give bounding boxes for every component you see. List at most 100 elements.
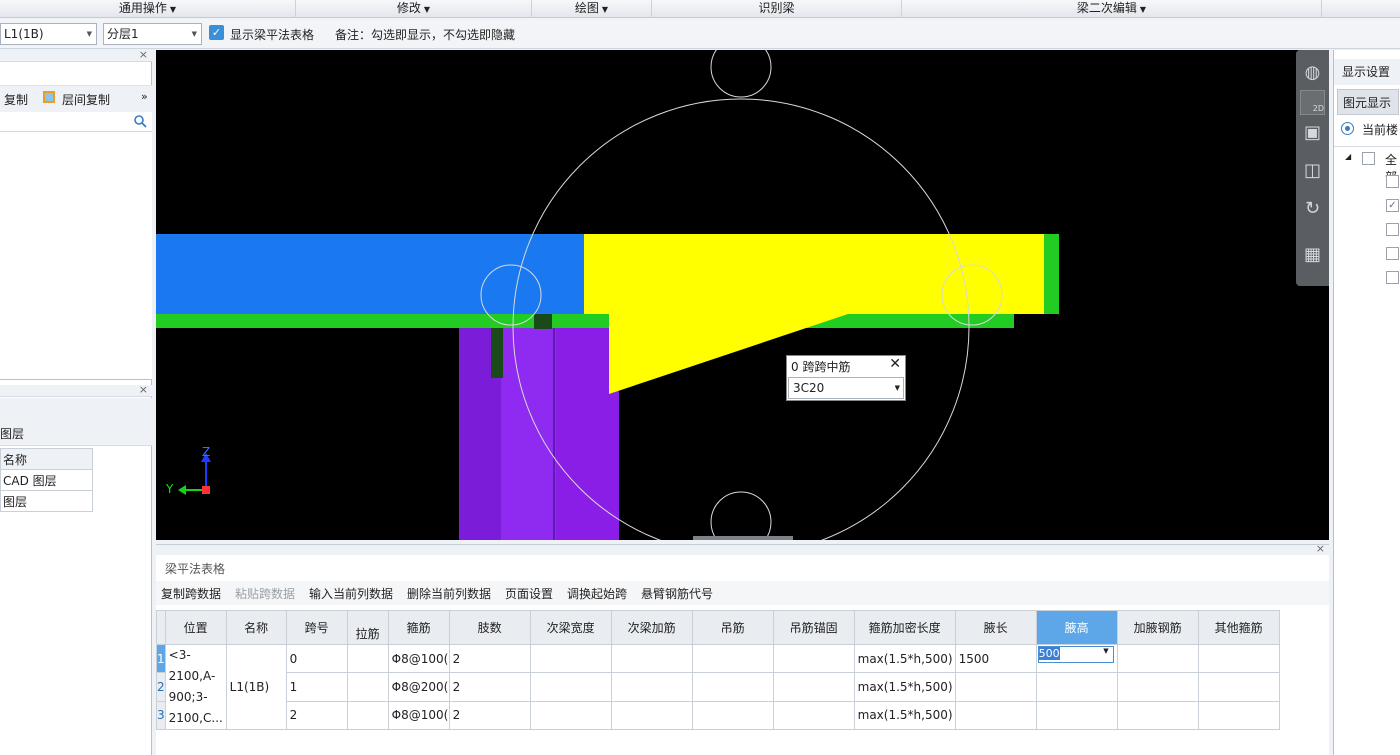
- row-number[interactable]: 1: [156, 643, 166, 674]
- close-icon[interactable]: ×: [139, 48, 148, 61]
- cell[interactable]: [529, 643, 612, 674]
- haunch-height-cell[interactable]: 500 ▼: [1035, 643, 1118, 674]
- paste-span-data-button[interactable]: 粘贴跨数据: [235, 585, 295, 602]
- checkbox-item[interactable]: [1386, 271, 1399, 284]
- cell[interactable]: [1116, 700, 1199, 731]
- cell[interactable]: [610, 643, 693, 674]
- cell[interactable]: [529, 672, 612, 702]
- element-display-tab[interactable]: 图元显示: [1337, 89, 1399, 115]
- table-row[interactable]: 2 1 Φ8@200( 2 max(1.5*h,500): [156, 672, 1280, 702]
- cell[interactable]: [1197, 672, 1280, 702]
- span-cell[interactable]: 2: [285, 700, 348, 731]
- haunch-length-cell[interactable]: [954, 672, 1037, 702]
- checkbox-item[interactable]: [1386, 175, 1399, 188]
- close-icon[interactable]: ×: [139, 383, 148, 396]
- col-header[interactable]: 位置: [164, 610, 227, 645]
- haunch-height-cell[interactable]: [1035, 700, 1118, 731]
- cell[interactable]: [1197, 700, 1280, 731]
- close-icon[interactable]: ✕: [889, 356, 901, 372]
- tree-expand-icon[interactable]: ◢: [1345, 152, 1351, 161]
- menu-beam-secondary-edit[interactable]: 梁二次编辑 ▼: [902, 0, 1322, 18]
- cantilever-rebar-code-button[interactable]: 悬臂钢筋代号: [641, 585, 713, 602]
- rotate-icon[interactable]: ↻: [1300, 196, 1325, 221]
- row-number[interactable]: 2: [156, 672, 166, 702]
- haunch-length-cell[interactable]: 1500: [954, 643, 1037, 674]
- table-row[interactable]: 3 2 Φ8@100( 2 max(1.5*h,500): [156, 700, 1280, 731]
- col-header[interactable]: 跨号: [285, 610, 348, 645]
- cell[interactable]: [1197, 643, 1280, 674]
- delete-column-data-button[interactable]: 删除当前列数据: [407, 585, 491, 602]
- col-header[interactable]: 次梁宽度: [529, 610, 612, 645]
- checkbox-item[interactable]: [1386, 223, 1399, 236]
- layer-row[interactable]: 图层: [0, 490, 93, 512]
- cell[interactable]: [529, 700, 612, 731]
- col-header-selected[interactable]: 腋高: [1035, 610, 1118, 645]
- col-header[interactable]: 拉筋: [346, 610, 389, 645]
- floor-copy-button[interactable]: 层间复制: [62, 91, 110, 108]
- dropdown-arrow-icon[interactable]: ▼: [1103, 647, 1108, 655]
- name-cell[interactable]: L1(1B): [225, 644, 287, 730]
- dense-length-cell[interactable]: max(1.5*h,500): [853, 672, 956, 702]
- col-header[interactable]: 箍筋加密长度: [853, 610, 956, 645]
- cell[interactable]: [1116, 672, 1199, 702]
- checkbox-all[interactable]: [1362, 152, 1375, 165]
- col-header[interactable]: 吊筋锚固: [772, 610, 855, 645]
- stirrup-cell[interactable]: Φ8@100(: [387, 643, 450, 674]
- col-header[interactable]: 其他箍筋: [1197, 610, 1280, 645]
- cell[interactable]: [610, 700, 693, 731]
- close-icon[interactable]: ×: [1316, 542, 1325, 555]
- rebar-value-select[interactable]: 3C20 ▼: [788, 377, 904, 399]
- show-table-checkbox[interactable]: ✓: [209, 25, 224, 40]
- haunch-length-cell[interactable]: [954, 700, 1037, 731]
- menu-modify[interactable]: 修改 ▼: [296, 0, 532, 18]
- col-header[interactable]: 次梁加筋: [610, 610, 693, 645]
- current-floor-row[interactable]: 当前楼: [1334, 116, 1400, 142]
- component-select[interactable]: L1(1B) ▼: [0, 23, 97, 45]
- legs-cell[interactable]: 2: [448, 700, 531, 731]
- position-cell[interactable]: <3-2100,A-900;3-2100,C...: [164, 644, 227, 730]
- cell[interactable]: [691, 643, 774, 674]
- col-header[interactable]: 腋长: [954, 610, 1037, 645]
- cell[interactable]: [1116, 643, 1199, 674]
- dense-length-cell[interactable]: max(1.5*h,500): [853, 700, 956, 731]
- menu-identify-beam[interactable]: 识别梁: [652, 0, 902, 18]
- cell[interactable]: [772, 643, 855, 674]
- input-column-data-button[interactable]: 输入当前列数据: [309, 585, 393, 602]
- cell[interactable]: [691, 700, 774, 731]
- copy-span-data-button[interactable]: 复制跨数据: [161, 585, 221, 602]
- col-header[interactable]: 加腋钢筋: [1116, 610, 1199, 645]
- dense-length-cell[interactable]: max(1.5*h,500): [853, 643, 956, 674]
- layer-toggle-icon[interactable]: ▦: [1300, 242, 1325, 267]
- span-cell[interactable]: 1: [285, 672, 348, 702]
- legs-cell[interactable]: 2: [448, 643, 531, 674]
- legs-cell[interactable]: 2: [448, 672, 531, 702]
- component-list[interactable]: [0, 132, 152, 380]
- tie-cell[interactable]: [346, 643, 389, 674]
- page-setup-button[interactable]: 页面设置: [505, 585, 553, 602]
- span-cell[interactable]: 0: [285, 643, 348, 674]
- layer-select[interactable]: 分层1 ▼: [103, 23, 202, 45]
- menu-draw[interactable]: 绘图 ▼: [532, 0, 652, 18]
- checkbox-item[interactable]: ✓: [1386, 199, 1399, 212]
- viewport-splitter[interactable]: [693, 536, 793, 540]
- 2d-view-icon[interactable]: 2D: [1300, 90, 1325, 115]
- col-header[interactable]: 肢数: [448, 610, 531, 645]
- cell[interactable]: [772, 672, 855, 702]
- copy-button[interactable]: 复制: [4, 91, 28, 108]
- menu-general-ops[interactable]: 通用操作 ▼: [0, 0, 296, 18]
- col-header[interactable]: 名称: [225, 610, 287, 645]
- table-row[interactable]: 1 <3-2100,A-900;3-2100,C... L1(1B) 0 Φ8@…: [156, 643, 1280, 730]
- swap-start-span-button[interactable]: 调换起始跨: [567, 585, 627, 602]
- row-number[interactable]: 3: [156, 700, 166, 731]
- box-view-icon[interactable]: ◫: [1300, 158, 1325, 183]
- col-header[interactable]: 箍筋: [387, 610, 450, 645]
- checkbox-item[interactable]: [1386, 247, 1399, 260]
- tie-cell[interactable]: [346, 700, 389, 731]
- tie-cell[interactable]: [346, 672, 389, 702]
- layer-row[interactable]: CAD 图层: [0, 469, 93, 491]
- cell[interactable]: [772, 700, 855, 731]
- orbit-icon[interactable]: ◍: [1300, 60, 1325, 85]
- drawing-viewport[interactable]: Z Y: [156, 50, 1329, 540]
- cube-view-icon[interactable]: ▣: [1300, 120, 1325, 145]
- cell[interactable]: [610, 672, 693, 702]
